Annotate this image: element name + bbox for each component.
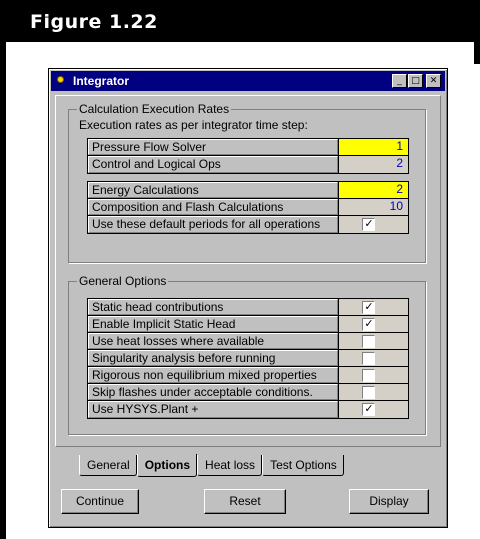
- rate-label: Energy Calculations: [88, 182, 339, 198]
- option-label: Singularity analysis before running: [88, 350, 339, 366]
- rates-grid-2: Energy Calculations 2 Composition and Fl…: [87, 181, 409, 234]
- option-label: Use heat losses where available: [88, 333, 339, 349]
- close-button[interactable]: ✕: [426, 74, 441, 88]
- option-row: Static head contributions ✓: [88, 299, 408, 316]
- option-checkbox[interactable]: [362, 352, 376, 365]
- option-cell: ✓: [338, 316, 408, 332]
- option-row: Use HYSYS.Plant + ✓: [88, 401, 408, 418]
- minimize-button[interactable]: _: [392, 74, 407, 88]
- integrator-window: Integrator _ □ ✕ Calculation Execution R…: [48, 68, 448, 528]
- option-cell: ✓: [338, 299, 408, 315]
- option-checkbox[interactable]: ✓: [362, 403, 376, 416]
- rate-value-input[interactable]: 2: [338, 156, 408, 173]
- option-row: Singularity analysis before running: [88, 350, 408, 367]
- option-cell: [338, 384, 408, 400]
- general-options-group: General Options Static head contribution…: [68, 274, 426, 435]
- rate-row: Energy Calculations 2: [88, 182, 408, 199]
- option-row: Skip flashes under acceptable conditions…: [88, 384, 408, 401]
- option-checkbox[interactable]: [362, 369, 376, 382]
- options-panel: Calculation Execution Rates Execution ra…: [55, 95, 441, 447]
- figure-title: Figure 1.22: [30, 11, 158, 33]
- rate-label: Composition and Flash Calculations: [88, 199, 339, 215]
- option-row: Rigorous non equilibrium mixed propertie…: [88, 367, 408, 384]
- option-label: Static head contributions: [88, 299, 339, 315]
- general-options-legend: General Options: [77, 274, 169, 288]
- default-periods-checkbox[interactable]: ✓: [362, 218, 376, 231]
- option-checkbox[interactable]: ✓: [362, 318, 376, 331]
- option-row: Use heat losses where available: [88, 333, 408, 350]
- tab-heat-loss[interactable]: Heat loss: [197, 455, 263, 476]
- option-cell: [338, 367, 408, 383]
- maximize-button[interactable]: □: [408, 74, 423, 88]
- rates-grid-1: Pressure Flow Solver 1 Control and Logic…: [87, 138, 409, 174]
- option-checkbox[interactable]: ✓: [362, 301, 376, 314]
- option-label: Skip flashes under acceptable conditions…: [88, 384, 339, 400]
- option-row: Enable Implicit Static Head ✓: [88, 316, 408, 333]
- option-cell: [338, 333, 408, 349]
- rate-row: Use these default periods for all operat…: [88, 216, 408, 233]
- execution-rates-subtitle: Execution rates as per integrator time s…: [79, 118, 308, 132]
- tab-strip: General Options Heat loss Test Options: [79, 454, 344, 477]
- reset-button[interactable]: Reset: [204, 489, 286, 514]
- option-label: Use HYSYS.Plant +: [88, 401, 339, 418]
- rate-value-input[interactable]: 10: [338, 199, 408, 215]
- figure-header: Figure 1.22: [0, 0, 480, 42]
- default-periods-label: Use these default periods for all operat…: [88, 216, 339, 233]
- tab-general[interactable]: General: [79, 455, 137, 476]
- option-checkbox[interactable]: [362, 386, 376, 399]
- option-cell: ✓: [338, 401, 408, 418]
- rate-label: Pressure Flow Solver: [88, 139, 339, 155]
- option-checkbox[interactable]: [362, 335, 376, 348]
- continue-button[interactable]: Continue: [61, 489, 139, 514]
- figure-frame-right: [474, 42, 480, 64]
- window-title: Integrator: [73, 74, 130, 88]
- figure-frame-left: [0, 42, 6, 539]
- execution-rates-group: Calculation Execution Rates Execution ra…: [68, 102, 426, 263]
- option-label: Enable Implicit Static Head: [88, 316, 339, 332]
- default-periods-cell: ✓: [338, 216, 408, 233]
- option-label: Rigorous non equilibrium mixed propertie…: [88, 367, 339, 383]
- display-button[interactable]: Display: [349, 489, 429, 514]
- rate-value-input[interactable]: 1: [338, 139, 408, 155]
- tab-options[interactable]: Options: [136, 454, 198, 477]
- option-cell: [338, 350, 408, 366]
- general-options-grid: Static head contributions ✓ Enable Impli…: [87, 298, 409, 419]
- rate-value-input[interactable]: 2: [338, 182, 408, 198]
- execution-rates-legend: Calculation Execution Rates: [77, 102, 232, 116]
- title-bar[interactable]: Integrator _ □ ✕: [51, 71, 445, 91]
- rate-row: Composition and Flash Calculations 10: [88, 199, 408, 216]
- rate-row: Control and Logical Ops 2: [88, 156, 408, 173]
- rate-label: Control and Logical Ops: [88, 156, 339, 173]
- app-icon: [57, 76, 64, 83]
- tab-test-options[interactable]: Test Options: [262, 455, 344, 476]
- rate-row: Pressure Flow Solver 1: [88, 139, 408, 156]
